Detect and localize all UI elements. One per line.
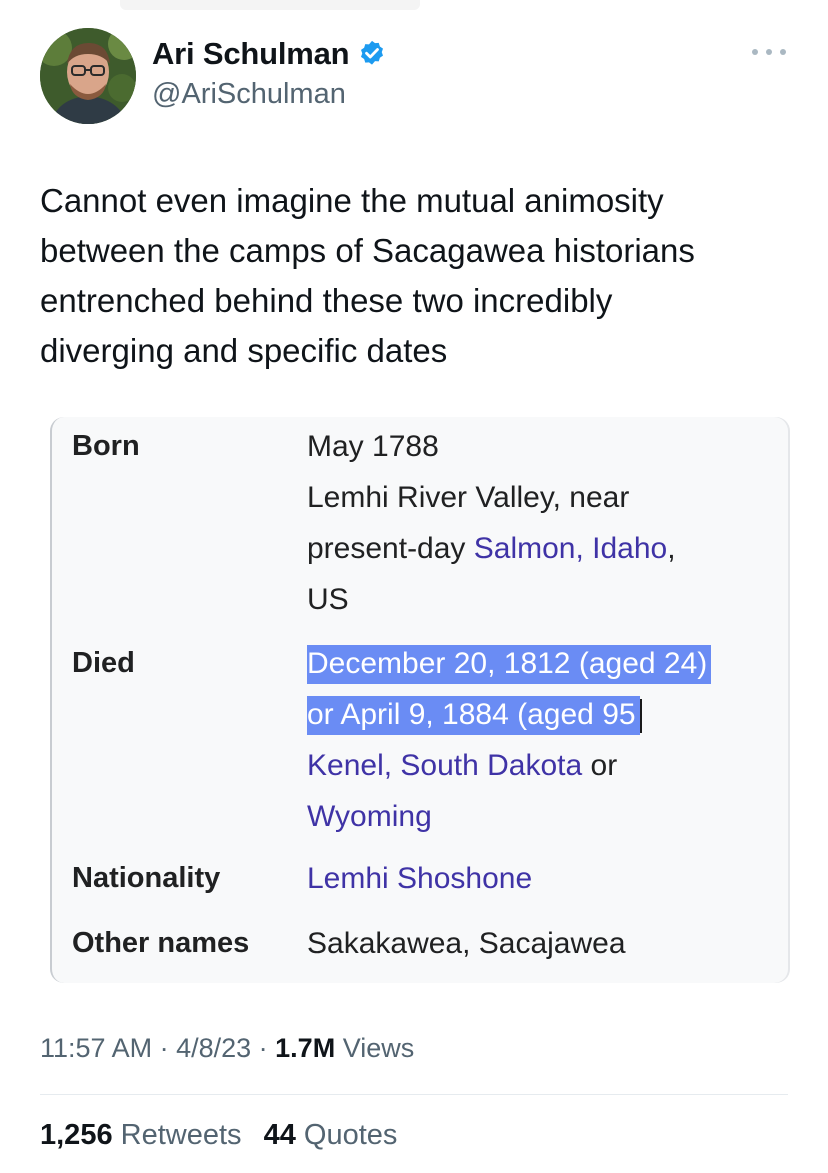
tweet-text: Cannot even imagine the mutual animosity… (40, 182, 695, 369)
other-names-label: Other names (72, 927, 250, 959)
died-date-option1: December 20, 1812 (aged 24) (307, 645, 712, 684)
tweet-time[interactable]: 11:57 AM (40, 1033, 152, 1063)
wyoming-link[interactable]: Wyoming (307, 800, 432, 833)
avatar[interactable] (40, 28, 136, 124)
more-options-icon[interactable] (752, 40, 786, 64)
born-value: May 1788 Lemhi River Valley, near presen… (307, 421, 676, 625)
selection-cursor (639, 699, 642, 734)
born-place-line1: Lemhi River Valley, near (307, 481, 630, 514)
born-label: Born (72, 430, 140, 462)
retweets-label: Retweets (112, 1119, 242, 1151)
born-place-line2: present-day Salmon, Idaho, (307, 523, 676, 574)
salmon-idaho-link[interactable]: Salmon, Idaho (474, 532, 667, 565)
meta-separator: · (152, 1033, 177, 1063)
meta-separator: · (251, 1033, 276, 1063)
tweet-date[interactable]: 4/8/23 (176, 1033, 251, 1063)
tweet-meta: 11:57 AM · 4/8/23 · 1.7M Views (40, 1033, 414, 1064)
died-place-line2: Wyoming (307, 791, 711, 842)
born-date: May 1788 (307, 430, 439, 463)
views-label[interactable]: Views (335, 1033, 415, 1063)
tweet-stats: 1,256 Retweets 44 Quotes (40, 1119, 411, 1152)
quotes-label: Quotes (295, 1119, 398, 1151)
quotes-count: 44 (263, 1119, 296, 1151)
other-names-value: Sakakawea, Sacajawea (307, 918, 626, 969)
lemhi-shoshone-link[interactable]: Lemhi Shoshone (307, 853, 532, 904)
died-date-line1: December 20, 1812 (aged 24) (307, 638, 712, 689)
born-place-prefix: present-day (307, 532, 474, 565)
died-date-line2: or April 9, 1884 (aged 95 (307, 689, 711, 740)
verified-badge-icon (357, 39, 387, 69)
retweets-count: 1,256 (40, 1119, 113, 1151)
retweets-stat[interactable]: 1,256 Retweets (40, 1119, 242, 1151)
quotes-stat[interactable]: 44 Quotes (264, 1119, 398, 1151)
died-place-or: or (582, 749, 618, 782)
died-value: December 20, 1812 (aged 24) or April 9, … (307, 638, 712, 842)
other-names-text: Sakakawea, Sacajawea (307, 927, 626, 960)
born-place-suffix: , (667, 532, 676, 565)
author-handle[interactable]: @AriSchulman (152, 78, 346, 111)
died-date-option2: or April 9, 1884 (aged 95 (307, 696, 640, 735)
author-name[interactable]: Ari Schulman (152, 36, 350, 72)
nationality-label: Nationality (72, 862, 221, 894)
died-place-line1: Kenel, South Dakota or (307, 740, 711, 791)
born-country: US (307, 583, 349, 616)
kenel-south-dakota-link[interactable]: Kenel, South Dakota (307, 749, 582, 782)
nationality-value: Lemhi Shoshone (307, 853, 532, 904)
divider (40, 1094, 788, 1095)
infobox-image[interactable]: Born May 1788 Lemhi River Valley, near p… (50, 417, 788, 983)
top-edge-bar (120, 0, 420, 10)
views-count[interactable]: 1.7M (275, 1033, 335, 1063)
author-name-row: Ari Schulman (152, 36, 387, 72)
died-label: Died (72, 647, 135, 679)
